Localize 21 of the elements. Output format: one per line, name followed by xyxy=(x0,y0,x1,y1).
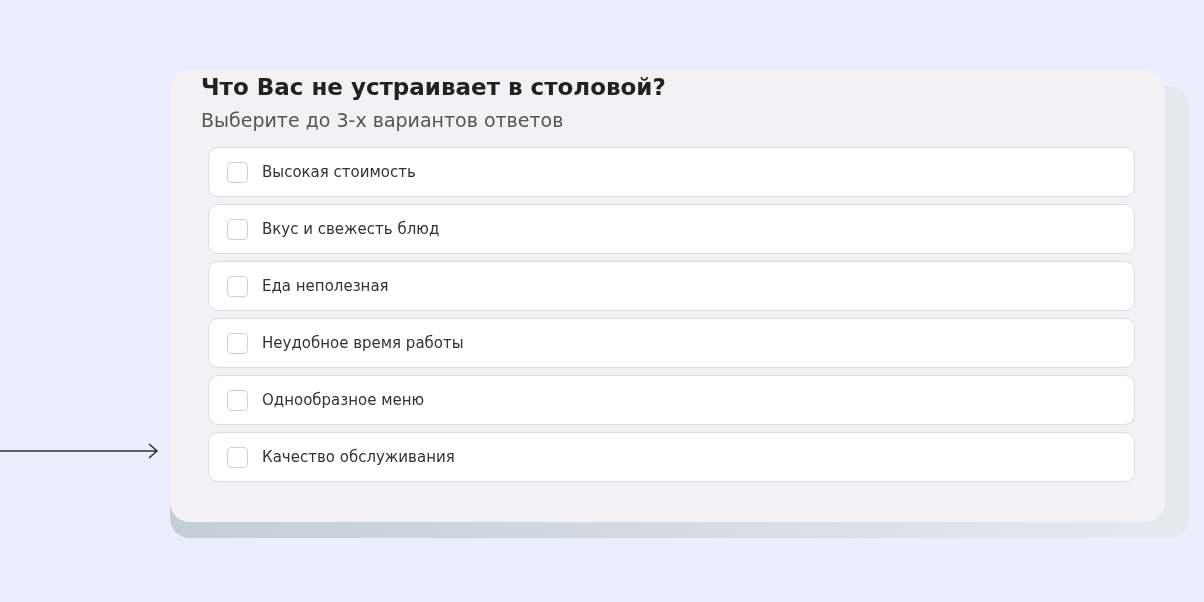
checkbox[interactable] xyxy=(227,218,248,240)
checkbox[interactable] xyxy=(227,275,248,297)
arrow-icon xyxy=(0,442,160,460)
answer-option[interactable]: Вкус и свежесть блюд xyxy=(208,204,1135,254)
answer-option[interactable]: Еда неполезная xyxy=(208,261,1135,311)
answer-option[interactable]: Неудобное время работы xyxy=(208,318,1135,368)
answer-option[interactable]: Высокая стоимость xyxy=(208,147,1135,197)
option-label: Неудобное время работы xyxy=(262,332,464,354)
checkbox[interactable] xyxy=(227,332,248,354)
option-label: Качество обслуживания xyxy=(262,446,455,468)
checkbox[interactable] xyxy=(227,161,248,183)
option-label: Высокая стоимость xyxy=(262,161,416,183)
answer-option[interactable]: Однообразное меню xyxy=(208,375,1135,425)
answer-option[interactable]: Качество обслуживания xyxy=(208,432,1135,482)
question-subtitle: Выберите до 3-х вариантов ответов xyxy=(201,108,565,133)
checkbox[interactable] xyxy=(227,389,248,411)
question-title: Что Вас не устраивает в столовой? xyxy=(201,73,667,102)
checkbox[interactable] xyxy=(227,446,248,468)
option-label: Еда неполезная xyxy=(262,275,389,297)
option-label: Вкус и свежесть блюд xyxy=(262,218,440,240)
option-label: Однообразное меню xyxy=(262,389,425,411)
